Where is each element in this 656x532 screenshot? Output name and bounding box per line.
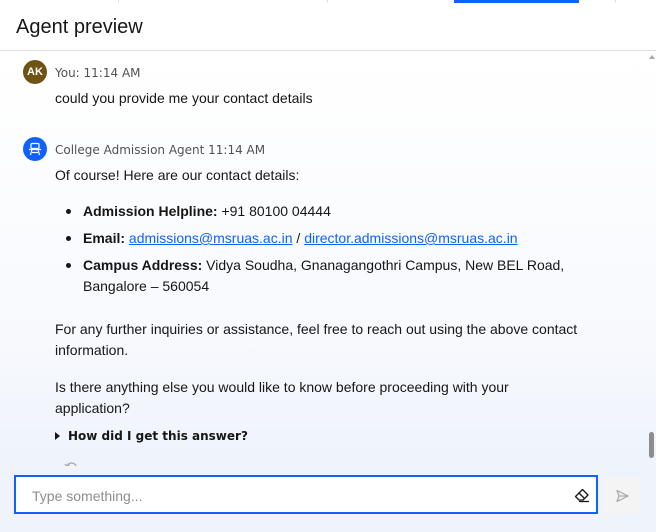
list-bullet [66, 209, 71, 214]
list-item: Campus Address: Vidya Soudha, Gnanagango… [83, 255, 564, 276]
list-item: Email: admissions@msruas.ac.in / directo… [83, 228, 518, 249]
agent-paragraph: For any further inquiries or assistance,… [55, 321, 578, 337]
message-meta: College Admission Agent 11:14 AM [55, 143, 266, 157]
agent-paragraph: information. [55, 342, 129, 358]
agent-paragraph: application? [55, 400, 130, 416]
agent-intro-text: Of course! Here are our contact details: [55, 167, 300, 183]
eraser-icon[interactable] [573, 487, 591, 503]
email-link-director[interactable]: director.admissions@msruas.ac.in [304, 230, 517, 246]
send-icon [615, 489, 629, 502]
address-continuation: Bangalore – 560054 [83, 278, 210, 294]
scrollbar-thumb[interactable] [649, 432, 654, 458]
explain-answer-toggle[interactable]: How did I get this answer? [55, 429, 248, 443]
list-bullet [66, 236, 71, 241]
bot-icon [23, 137, 47, 161]
address-label: Campus Address: [83, 257, 203, 273]
message-input-container [14, 475, 598, 514]
agent-paragraph: Is there anything else you would like to… [55, 379, 509, 395]
email-separator: / [292, 230, 305, 246]
message-meta: You: 11:14 AM [55, 66, 141, 80]
send-button[interactable] [603, 477, 640, 514]
helpline-value: +91 80100 04444 [217, 203, 331, 219]
chat-transcript: AK You: 11:14 AM could you provide me yo… [0, 51, 656, 466]
helpline-label: Admission Helpline: [83, 203, 218, 219]
email-label: Email: [83, 230, 126, 246]
list-item: Admission Helpline: +91 80100 04444 [83, 201, 331, 222]
list-bullet [66, 263, 71, 268]
user-message-text: could you provide me your contact detail… [55, 90, 313, 106]
avatar: AK [23, 60, 47, 84]
message-input[interactable] [30, 485, 554, 507]
page-title: Agent preview [16, 16, 143, 38]
explain-answer-label: How did I get this answer? [68, 429, 248, 443]
address-value: Vidya Soudha, Gnanagangothri Campus, New… [202, 257, 565, 273]
scroll-up-icon[interactable] [649, 55, 655, 59]
email-link-admissions[interactable]: admissions@msruas.ac.in [129, 230, 293, 246]
panel-header: Agent preview [0, 3, 656, 51]
caret-right-icon [55, 432, 60, 440]
